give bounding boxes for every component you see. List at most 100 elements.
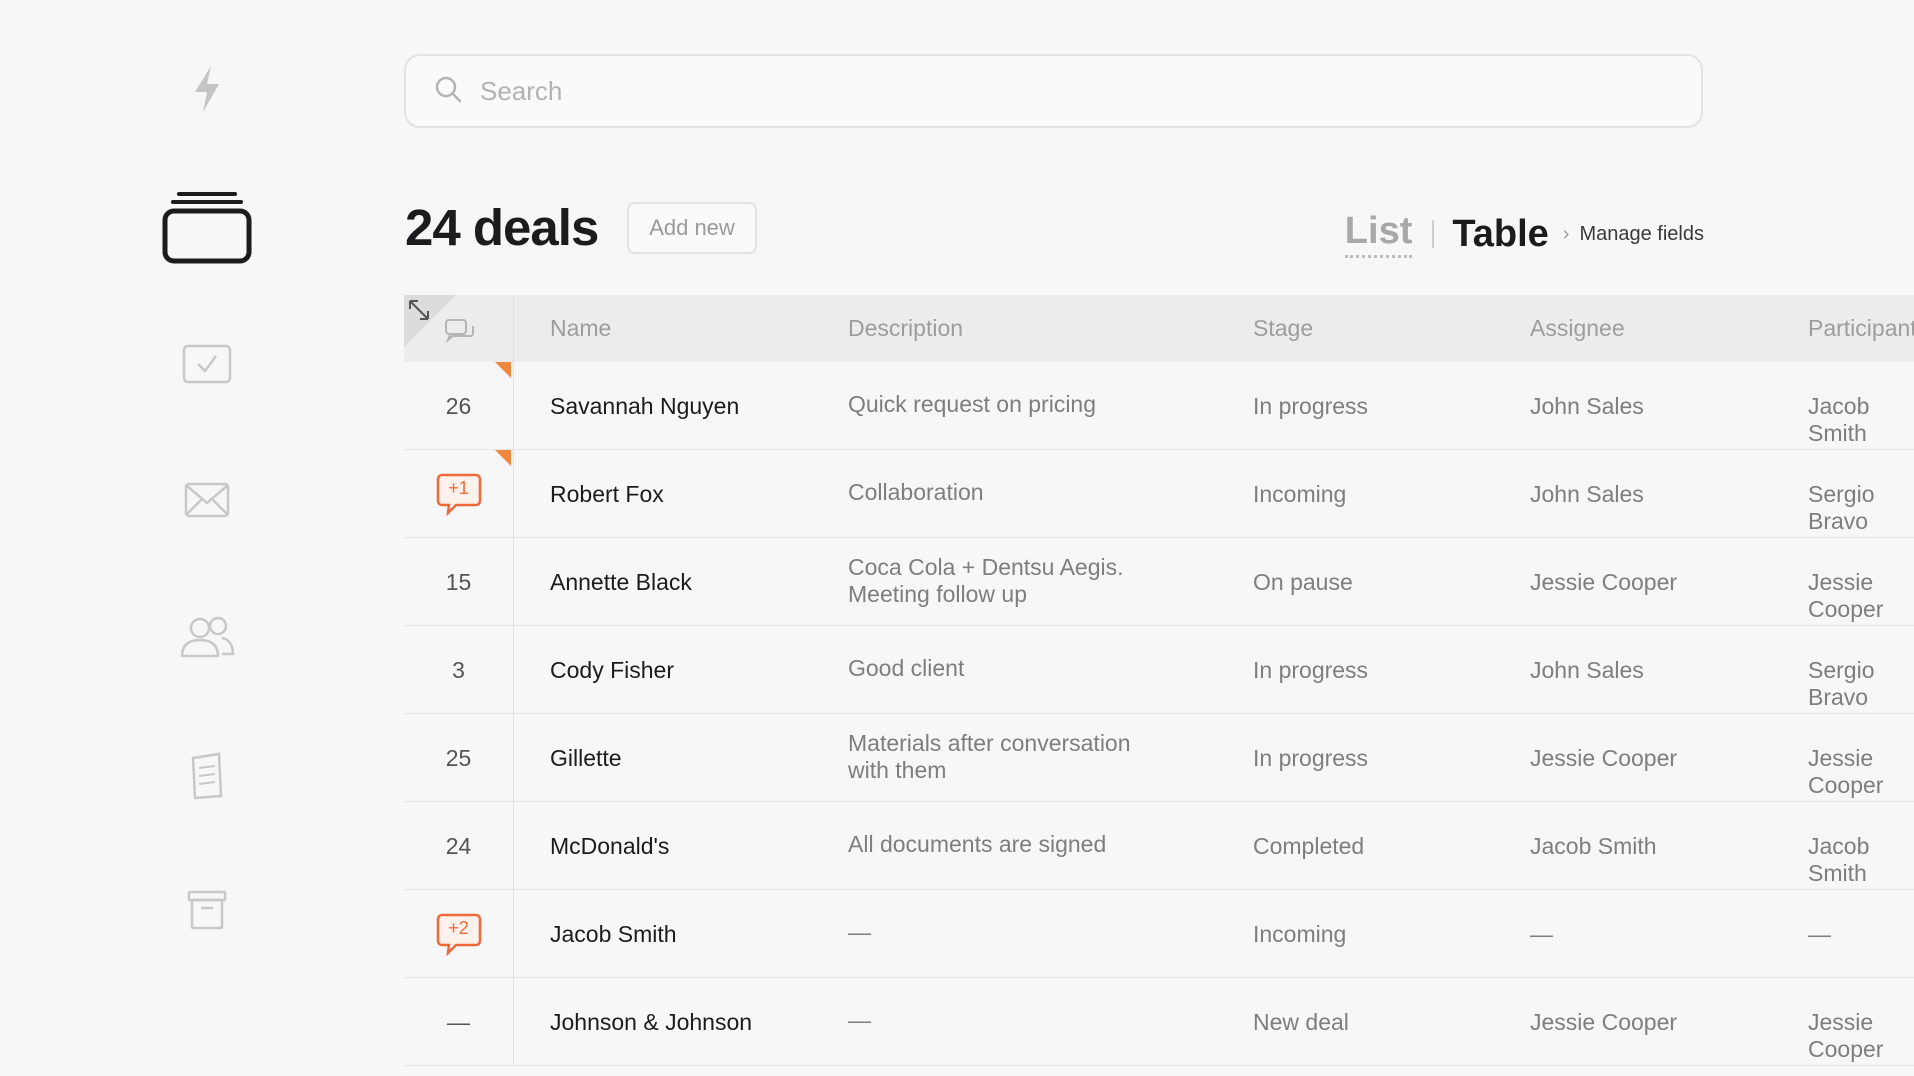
deals-stack-icon[interactable]: [162, 190, 252, 264]
description-line: Good client: [848, 655, 965, 681]
checkbox-icon[interactable]: [182, 344, 232, 384]
description-line: Quick request on pricing: [848, 391, 1097, 417]
description-cell: Good client: [848, 655, 964, 682]
table-row[interactable]: 26 Savannah Nguyen Quick request on pricin…: [404, 362, 1914, 450]
stage-cell: Completed: [1253, 833, 1365, 859]
new-activity-flag: [495, 450, 511, 466]
column-header-participant[interactable]: Participant: [1808, 315, 1914, 342]
description-line: Coca Cola + Dentsu Aegis.: [848, 554, 1124, 580]
page-title: 24 deals: [405, 199, 599, 256]
name-cell[interactable]: Jacob Smith: [550, 921, 677, 948]
app: 24 deals Add new List Table › Manage fie…: [0, 0, 1914, 1076]
comment-count-cell[interactable]: 26: [404, 362, 514, 450]
assignee-cell: Jessie Cooper: [1530, 745, 1678, 771]
name-cell[interactable]: Robert Fox: [550, 481, 664, 508]
stage-cell: Incoming: [1253, 481, 1347, 507]
column-header-assignee[interactable]: Assignee: [1530, 315, 1625, 342]
comment-count: 26: [445, 392, 472, 419]
search-input[interactable]: [480, 75, 1630, 107]
name-cell[interactable]: Johnson & Johnson: [550, 1009, 752, 1036]
comment-badge-icon[interactable]: +2: [436, 912, 482, 957]
description-line: —: [848, 1007, 871, 1033]
table-header: Name Description Stage Assignee Particip…: [404, 295, 1914, 362]
assignee-cell: John Sales: [1530, 393, 1644, 419]
description-cell: Quick request on pricing: [848, 391, 1096, 418]
table-row[interactable]: 3 Cody Fisher Good client In progress John S…: [404, 626, 1914, 714]
table-row[interactable]: — Johnson & Johnson — New deal Jessie Cooper…: [404, 978, 1914, 1066]
description-line: with them: [848, 757, 947, 783]
comment-count-cell[interactable]: 3: [404, 626, 514, 714]
chevron-right-icon: ›: [1562, 222, 1570, 245]
assignee-cell: Jessie Cooper: [1530, 1009, 1678, 1035]
search-icon: [434, 75, 462, 108]
participant-cell: Jessie Cooper: [1808, 569, 1884, 622]
view-table-tab[interactable]: Table: [1452, 213, 1548, 256]
comment-badge-count: +2: [448, 918, 469, 938]
description-cell: Coca Cola + Dentsu Aegis. Meeting follow …: [848, 554, 1124, 608]
view-divider: [1432, 220, 1435, 248]
header-corner: [404, 295, 514, 362]
search-bar[interactable]: [404, 54, 1703, 128]
comment-count: 24: [445, 832, 472, 859]
stage-cell: Incoming: [1253, 921, 1347, 947]
archive-icon[interactable]: [187, 890, 227, 930]
assignee-cell: John Sales: [1530, 481, 1644, 507]
users-icon[interactable]: [178, 616, 236, 658]
stage-cell: In progress: [1253, 745, 1369, 771]
comment-count-cell[interactable]: 25: [404, 714, 514, 802]
assignee-cell: John Sales: [1530, 657, 1644, 683]
lightning-icon[interactable]: [189, 64, 225, 114]
assignee-cell: Jacob Smith: [1530, 833, 1657, 859]
expand-icon[interactable]: [408, 299, 430, 326]
participant-cell: Jacob Smith: [1808, 393, 1870, 446]
mail-icon[interactable]: [184, 482, 230, 518]
comment-count: 15: [445, 568, 472, 595]
comment-badge-count: +1: [448, 478, 469, 498]
manage-fields-link[interactable]: Manage fields: [1579, 223, 1704, 246]
table-row[interactable]: 24 McDonald's All documents are signed Comp…: [404, 802, 1914, 890]
comment-count-cell[interactable]: —: [404, 978, 514, 1066]
column-header-stage[interactable]: Stage: [1253, 315, 1313, 342]
sidebar: [0, 0, 330, 1076]
participant-cell: —: [1808, 921, 1831, 947]
participant-cell: Jessie Cooper: [1808, 1009, 1884, 1062]
assignee-cell: —: [1530, 921, 1553, 947]
description-cell: —: [848, 919, 871, 946]
table-row[interactable]: +1 Robert Fox Collaboration Incoming John Sa…: [404, 450, 1914, 538]
view-list-tab[interactable]: List: [1344, 210, 1413, 258]
description-line: All documents are signed: [848, 831, 1107, 857]
comment-count-cell[interactable]: 24: [404, 802, 514, 890]
stage-cell: In progress: [1253, 657, 1369, 683]
table-row[interactable]: 25 Gillette Materials after conversation wi…: [404, 714, 1914, 802]
view-switch: List Table › Manage fields: [1344, 210, 1704, 258]
column-header-name[interactable]: Name: [550, 315, 611, 342]
name-cell[interactable]: Savannah Nguyen: [550, 393, 739, 420]
comment-count: 3: [452, 656, 465, 683]
name-cell[interactable]: McDonald's: [550, 833, 669, 860]
deals-table: Name Description Stage Assignee Particip…: [404, 295, 1914, 1066]
participant-cell: Sergio Bravo: [1808, 657, 1875, 710]
comment-badge-icon[interactable]: +1: [436, 472, 482, 517]
description-line: Materials after conversation: [848, 730, 1131, 756]
description-cell: —: [848, 1007, 871, 1034]
comment-count-cell[interactable]: +1: [404, 450, 514, 538]
column-header-description[interactable]: Description: [848, 315, 963, 342]
description-line: Meeting follow up: [848, 581, 1027, 607]
description-line: Collaboration: [848, 479, 984, 505]
document-icon[interactable]: [189, 752, 225, 800]
name-cell[interactable]: Annette Black: [550, 569, 692, 596]
description-cell: All documents are signed: [848, 831, 1106, 858]
new-activity-flag: [495, 362, 511, 378]
participant-cell: Jessie Cooper: [1808, 745, 1884, 798]
description-cell: Collaboration: [848, 479, 984, 506]
description-line: —: [848, 919, 871, 945]
name-cell[interactable]: Gillette: [550, 745, 622, 772]
table-row[interactable]: +2 Jacob Smith — Incoming — —: [404, 890, 1914, 978]
add-new-button[interactable]: Add new: [627, 202, 757, 254]
comment-count-cell[interactable]: +2: [404, 890, 514, 978]
stage-cell: In progress: [1253, 393, 1369, 419]
table-row[interactable]: 15 Annette Black Coca Cola + Dentsu Aegis.…: [404, 538, 1914, 626]
name-cell[interactable]: Cody Fisher: [550, 657, 674, 684]
comment-count-cell[interactable]: 15: [404, 538, 514, 626]
stage-cell: On pause: [1253, 569, 1353, 595]
